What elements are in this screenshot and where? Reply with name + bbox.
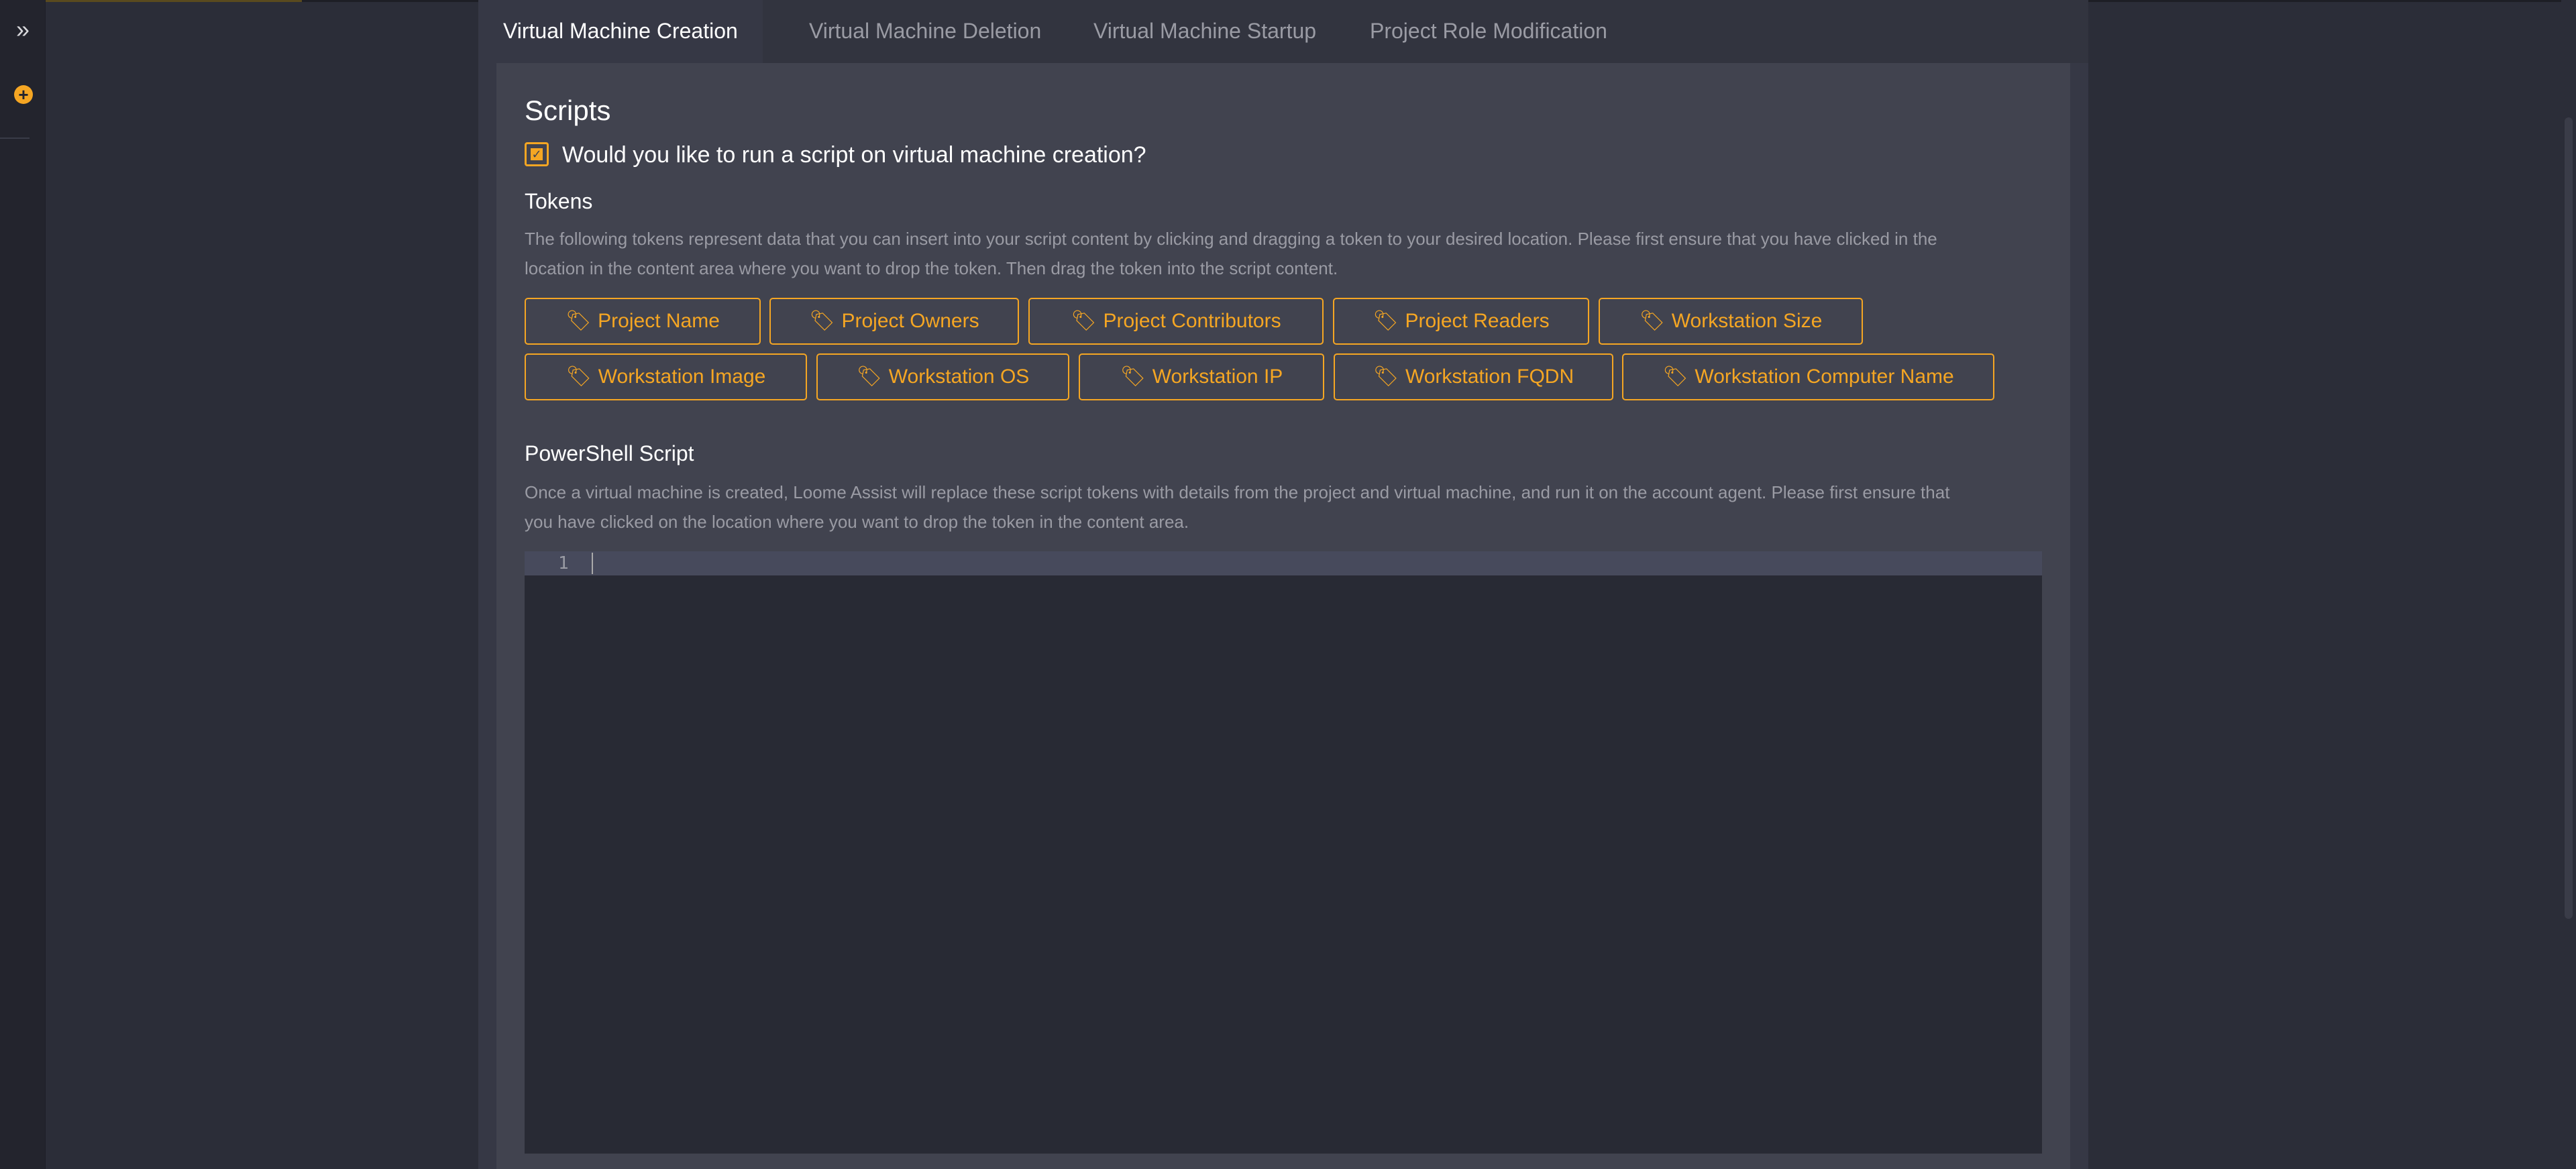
tab-virtual-machine-deletion[interactable]: Virtual Machine Deletion — [784, 0, 1066, 63]
add-icon[interactable]: + — [14, 85, 33, 104]
run-script-checkbox[interactable]: ✓ — [525, 142, 549, 166]
tokens-description-line2: location in the content area where you w… — [525, 258, 1338, 278]
token-workstation-size[interactable]: 🏷 Workstation Size — [1599, 298, 1863, 345]
tokens-description-line1: The following tokens represent data that… — [525, 229, 1937, 249]
token-project-name[interactable]: 🏷 Project Name — [525, 298, 761, 345]
token-project-readers[interactable]: 🏷 Project Readers — [1333, 298, 1589, 345]
powershell-script-editor[interactable]: 1 — [525, 551, 2042, 1154]
checkmark-icon: ✓ — [531, 148, 543, 161]
text-cursor — [592, 553, 593, 574]
tag-icon: 🏷 — [566, 366, 592, 388]
token-project-contributors[interactable]: 🏷 Project Contributors — [1028, 298, 1324, 345]
scrollbar-thumb[interactable] — [2565, 117, 2573, 919]
token-workstation-image[interactable]: 🏷 Workstation Image — [525, 353, 807, 400]
tag-icon: 🏷 — [1373, 310, 1399, 332]
token-workstation-ip[interactable]: 🏷 Workstation IP — [1079, 353, 1324, 400]
token-project-owners[interactable]: 🏷 Project Owners — [769, 298, 1019, 345]
tag-icon: 🏷 — [809, 310, 835, 332]
sidebar-divider — [0, 137, 30, 139]
run-script-checkbox-label[interactable]: Would you like to run a script on virtua… — [562, 142, 1146, 168]
tab-virtual-machine-creation[interactable]: Virtual Machine Creation — [478, 0, 763, 63]
token-workstation-fqdn[interactable]: 🏷 Workstation FQDN — [1334, 353, 1613, 400]
powershell-description-line2: you have clicked on the location where y… — [525, 512, 1189, 532]
tag-icon: 🏷 — [856, 366, 882, 388]
tag-icon: 🏷 — [1120, 366, 1146, 388]
scripts-heading: Scripts — [525, 95, 611, 126]
active-line — [525, 551, 2042, 575]
left-sidebar: » + — [0, 0, 46, 1169]
tag-icon: 🏷 — [566, 310, 592, 332]
powershell-heading: PowerShell Script — [525, 441, 694, 465]
line-number: 1 — [558, 553, 569, 573]
tag-icon: 🏷 — [1071, 310, 1097, 332]
tag-icon: 🏷 — [1662, 366, 1688, 388]
expand-sidebar-icon[interactable]: » — [11, 17, 35, 42]
token-workstation-os[interactable]: 🏷 Workstation OS — [816, 353, 1069, 400]
token-workstation-computer-name[interactable]: 🏷 Workstation Computer Name — [1622, 353, 1994, 400]
tag-icon: 🏷 — [1639, 310, 1665, 332]
tab-project-role-modification[interactable]: Project Role Modification — [1345, 0, 1632, 63]
powershell-description-line1: Once a virtual machine is created, Loome… — [525, 482, 1950, 502]
tokens-heading: Tokens — [525, 189, 593, 213]
tab-virtual-machine-startup[interactable]: Virtual Machine Startup — [1069, 0, 1341, 63]
tag-icon: 🏷 — [1373, 366, 1399, 388]
